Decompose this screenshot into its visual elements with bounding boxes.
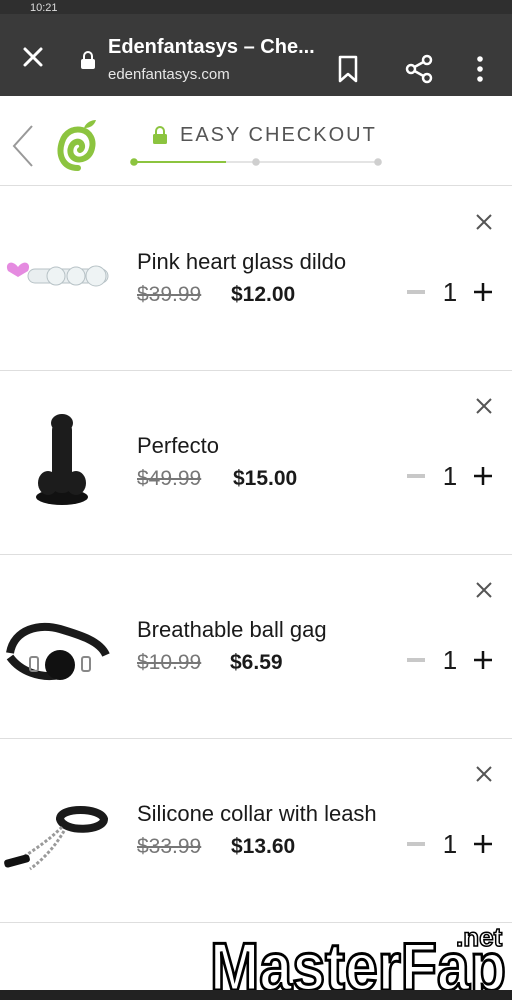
sale-price: $15.00 [233, 467, 298, 490]
system-nav-bar [0, 990, 512, 1000]
quantity-value: 1 [442, 645, 458, 675]
increase-qty-button[interactable] [472, 465, 494, 487]
item-name[interactable]: Pink heart glass dildo [137, 249, 346, 275]
watermark-suffix: .net [456, 924, 503, 952]
original-price: $39.99 [137, 283, 202, 306]
ball-gag-image[interactable] [0, 595, 118, 695]
cart-item: Perfecto $49.99 $15.00 1 [0, 371, 512, 555]
increase-qty-button[interactable] [472, 649, 494, 671]
collar-leash-image[interactable] [0, 779, 118, 879]
cart-item: Pink heart glass dildo $39.99 $12.00 1 [0, 187, 512, 371]
sale-price: $6.59 [230, 651, 283, 674]
sale-price: $13.60 [231, 835, 296, 858]
item-name[interactable]: Perfecto [137, 433, 219, 459]
item-name[interactable]: Breathable ball gag [137, 617, 327, 643]
page-title: Edenfantasys – Che... [108, 36, 315, 58]
original-price: $49.99 [137, 467, 202, 490]
secure-lock-icon [153, 126, 167, 144]
close-icon[interactable] [18, 42, 48, 72]
decrease-qty-button[interactable] [407, 658, 425, 662]
lock-icon [81, 51, 95, 69]
checkout-title: EASY CHECKOUT [180, 124, 377, 146]
remove-item-icon[interactable] [474, 396, 494, 416]
decrease-qty-button[interactable] [407, 474, 425, 478]
back-chevron-icon[interactable] [10, 124, 36, 168]
quantity-value: 1 [442, 461, 458, 491]
page-url[interactable]: edenfantasys.com [108, 66, 230, 83]
browser-toolbar: Edenfantasys – Che... edenfantasys.com [0, 14, 512, 96]
bookmark-icon[interactable] [336, 54, 360, 84]
original-price: $33.99 [137, 835, 202, 858]
watermark: MasterFap .net [210, 924, 508, 996]
original-price: $10.99 [137, 651, 202, 674]
status-bar: 10:21 [0, 0, 512, 14]
quantity-value: 1 [442, 277, 458, 307]
remove-item-icon[interactable] [474, 212, 494, 232]
edenfantasys-logo[interactable] [56, 118, 98, 172]
remove-item-icon[interactable] [474, 764, 494, 784]
cart-item: Breathable ball gag $10.99 $6.59 1 [0, 555, 512, 739]
item-name[interactable]: Silicone collar with leash [137, 801, 377, 827]
increase-qty-button[interactable] [472, 281, 494, 303]
decrease-qty-button[interactable] [407, 842, 425, 846]
status-time: 10:21 [30, 2, 58, 14]
sale-price: $12.00 [231, 283, 296, 306]
checkout-progress [130, 158, 382, 166]
dildo-image[interactable] [0, 411, 118, 511]
share-icon[interactable] [404, 54, 434, 84]
quantity-value: 1 [442, 829, 458, 859]
more-menu-icon[interactable] [470, 54, 490, 84]
glass-dildo-image[interactable] [0, 227, 118, 327]
remove-item-icon[interactable] [474, 580, 494, 600]
increase-qty-button[interactable] [472, 833, 494, 855]
decrease-qty-button[interactable] [407, 290, 425, 294]
cart-item: Silicone collar with leash $33.99 $13.60… [0, 739, 512, 923]
checkout-header: EASY CHECKOUT [0, 96, 512, 186]
